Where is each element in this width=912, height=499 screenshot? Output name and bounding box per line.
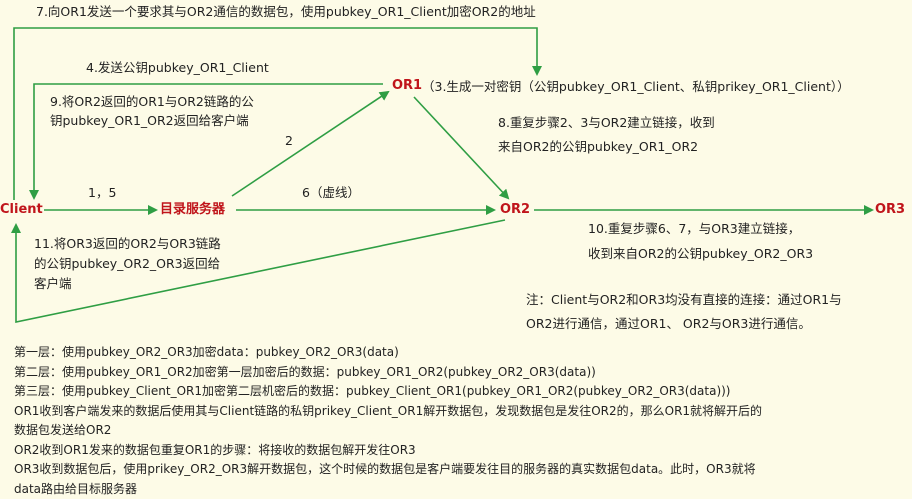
label-step11-line2: 的公钥pubkey_OR2_OR3返回给	[34, 254, 220, 274]
layer-line: OR1收到客户端发来的数据后使用其与Client链路的私钥prikey_Clie…	[14, 402, 904, 422]
node-or3: OR3	[875, 201, 905, 219]
layer-line: 第二层：使用pubkey_OR1_OR2加密第一层加密后的数据：pubkey_O…	[14, 363, 904, 383]
label-step10-line2: 收到来自OR2的公钥pubkey_OR2_OR3	[588, 244, 813, 264]
label-step2: 2	[285, 131, 293, 151]
label-step3: （3.生成一对密钥（公钥pubkey_OR1_Client、私钥prikey_O…	[422, 77, 850, 97]
layer-line: 数据包发送给OR2	[14, 421, 904, 441]
label-step9-line1: 9.将OR2返回的OR1与OR2链路的公	[50, 92, 254, 112]
node-client: Client	[0, 201, 43, 219]
layer-line: OR3收到数据包后，使用prikey_OR2_OR3解开数据包，这个时候的数据包…	[14, 460, 904, 480]
label-step4: 4.发送公钥pubkey_OR1_Client	[86, 58, 269, 78]
layer-line: 第三层：使用pubkey_Client_OR1加密第二层机密后的数据：pubke…	[14, 382, 904, 402]
layer-line: OR2收到OR1发来的数据包重复OR1的步骤：将接收的数据包解开发往OR3	[14, 441, 904, 461]
label-step7: 7.向OR1发送一个要求其与OR2通信的数据包，使用pubkey_OR1_Cli…	[36, 2, 536, 22]
label-step9-line2: 钥pubkey_OR1_OR2返回给客户端	[50, 111, 249, 131]
node-or2: OR2	[500, 201, 530, 219]
label-step11-line3: 客户端	[34, 274, 72, 294]
arrow-step2	[232, 92, 388, 196]
label-step6: 6（虚线）	[302, 183, 360, 203]
connection-note: 注：Client与OR2和OR3均没有直接的连接：通过OR1与OR2进行通信，通…	[526, 288, 862, 336]
label-step8-line2: 来自OR2的公钥pubkey_OR1_OR2	[498, 137, 698, 157]
arrow-step8	[414, 97, 508, 198]
encryption-layers: 第一层：使用pubkey_OR2_OR3加密data：pubkey_OR2_OR…	[14, 343, 904, 499]
layer-line: 第一层：使用pubkey_OR2_OR3加密data：pubkey_OR2_OR…	[14, 343, 904, 363]
label-step8-line1: 8.重复步骤2、3与OR2建立链接，收到	[498, 113, 715, 133]
label-step1-5: 1，5	[88, 183, 116, 203]
label-step10-line1: 10.重复步骤6、7，与OR3建立链接，	[588, 219, 800, 239]
node-or1: OR1	[392, 77, 422, 95]
label-step11-line1: 11.将OR3返回的OR2与OR3链路	[34, 234, 221, 254]
node-directory-server: 目录服务器	[160, 201, 225, 219]
layer-line: data路由给目标服务器	[14, 480, 904, 499]
